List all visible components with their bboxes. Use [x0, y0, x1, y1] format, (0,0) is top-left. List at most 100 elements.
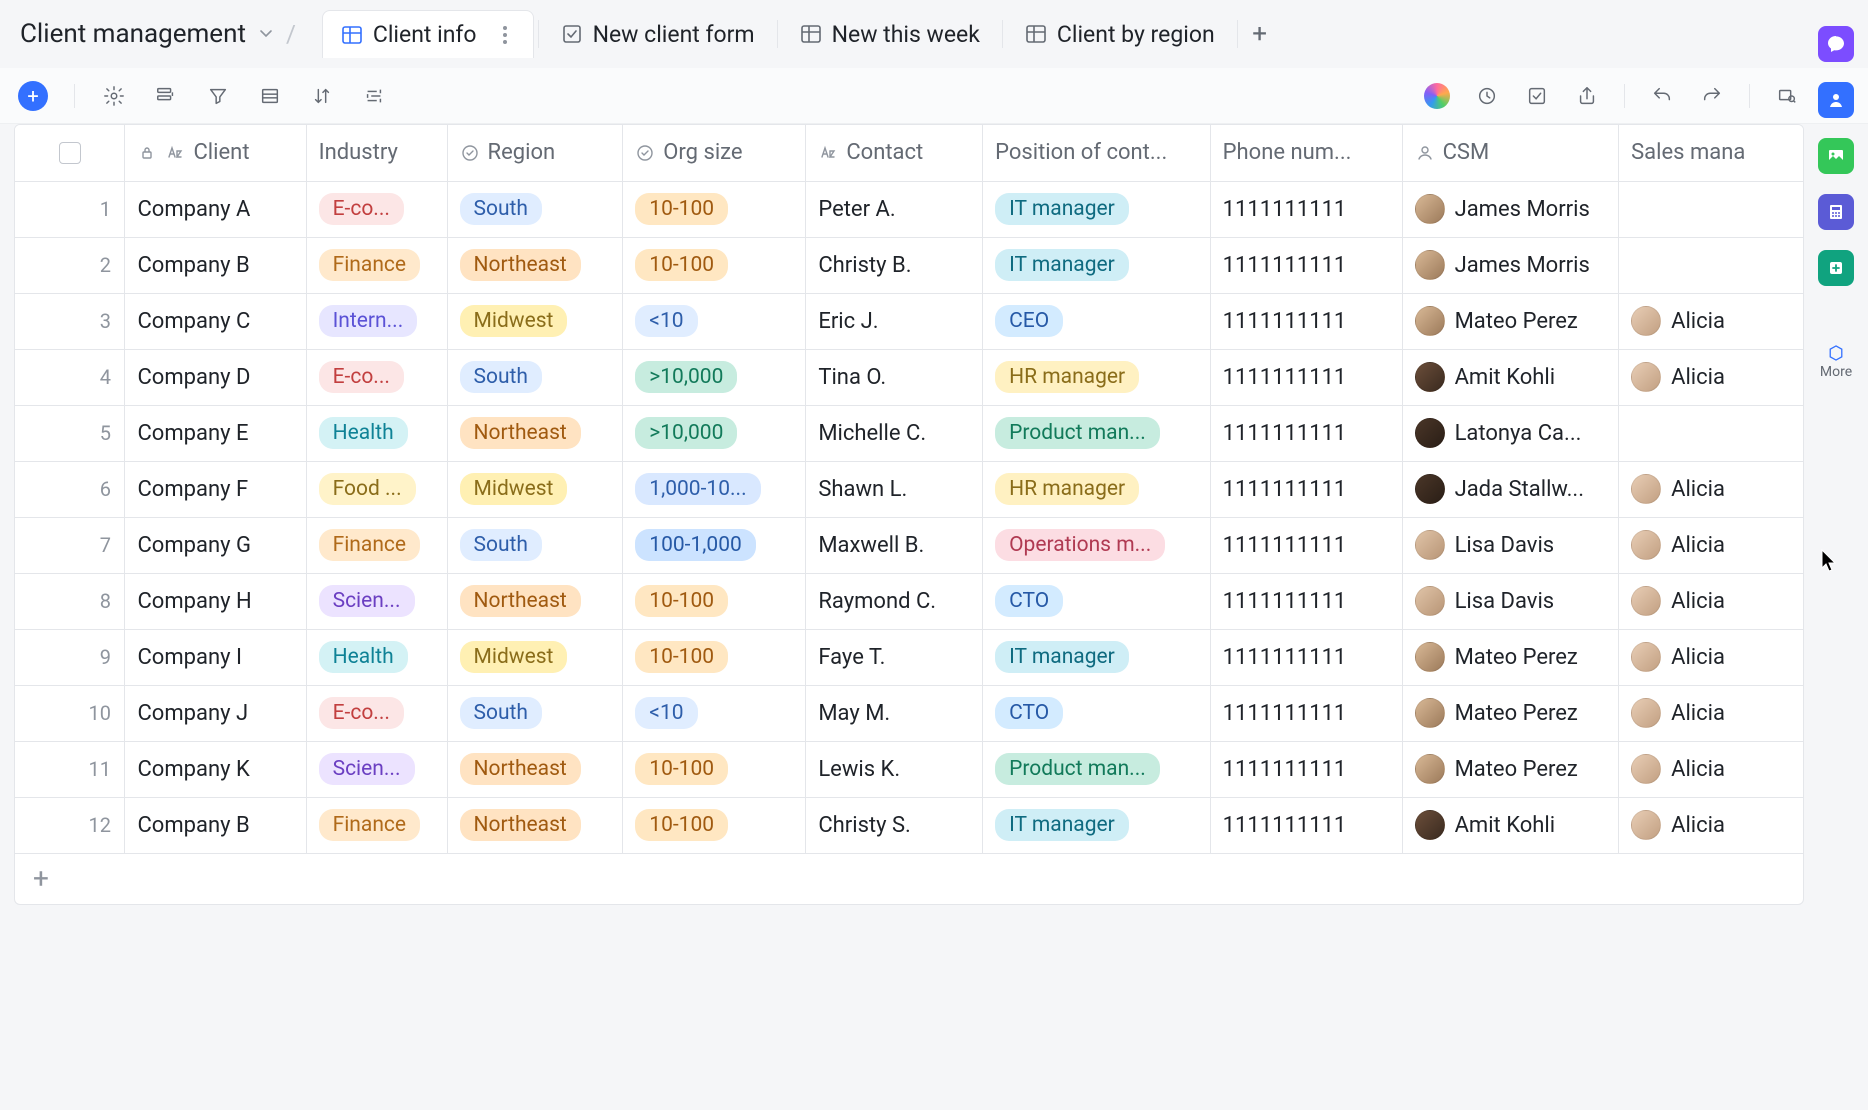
table-row[interactable]: 3 Company CIntern...Midwest<10Eric J.CEO…	[15, 293, 1803, 349]
cell-contact[interactable]: Christy B.	[806, 237, 983, 293]
cell-region[interactable]: Midwest	[447, 461, 623, 517]
cell-industry[interactable]: Scien...	[306, 741, 447, 797]
cell-phone[interactable]: 1111111111	[1210, 405, 1402, 461]
cell-position[interactable]: CTO	[983, 685, 1211, 741]
more-vertical-icon[interactable]	[495, 26, 515, 44]
cell-csm[interactable]: Lisa Davis	[1402, 517, 1619, 573]
cell-org-size[interactable]: >10,000	[623, 405, 806, 461]
cell-csm[interactable]: Latonya Ca...	[1402, 405, 1619, 461]
cell-rownum[interactable]: 10	[15, 685, 125, 741]
cell-rownum[interactable]: 9	[15, 629, 125, 685]
table-row[interactable]: 2 Company BFinanceNortheast10-100Christy…	[15, 237, 1803, 293]
column-header-checkbox[interactable]	[15, 125, 125, 181]
cell-client[interactable]: Company C	[125, 293, 306, 349]
sort-icon[interactable]	[309, 83, 335, 109]
cell-csm[interactable]: Amit Kohli	[1402, 349, 1619, 405]
cell-csm[interactable]: Lisa Davis	[1402, 573, 1619, 629]
cell-contact[interactable]: Shawn L.	[806, 461, 983, 517]
rail-app-calculator[interactable]	[1818, 194, 1854, 230]
cell-org-size[interactable]: 10-100	[623, 573, 806, 629]
redo-icon[interactable]	[1699, 83, 1725, 109]
cell-region[interactable]: South	[447, 685, 623, 741]
cell-sales[interactable]: Alicia	[1619, 741, 1803, 797]
cell-contact[interactable]: Peter A.	[806, 181, 983, 237]
cell-position[interactable]: IT manager	[983, 797, 1211, 853]
cell-contact[interactable]: Raymond C.	[806, 573, 983, 629]
cell-contact[interactable]: Faye T.	[806, 629, 983, 685]
cell-phone[interactable]: 1111111111	[1210, 349, 1402, 405]
column-header-position[interactable]: Position of cont...	[983, 125, 1211, 181]
checkmark-box-icon[interactable]	[1524, 83, 1550, 109]
cell-industry[interactable]: Scien...	[306, 573, 447, 629]
cell-client[interactable]: Company B	[125, 237, 306, 293]
cell-org-size[interactable]: <10	[623, 685, 806, 741]
cell-industry[interactable]: E-co...	[306, 685, 447, 741]
cell-client[interactable]: Company G	[125, 517, 306, 573]
chevron-down-icon[interactable]	[258, 22, 274, 46]
cell-rownum[interactable]: 6	[15, 461, 125, 517]
tab-client-info[interactable]: Client info	[322, 10, 534, 58]
rail-app-contacts[interactable]	[1818, 82, 1854, 118]
cell-org-size[interactable]: 10-100	[623, 741, 806, 797]
cell-region[interactable]: Northeast	[447, 741, 623, 797]
cell-industry[interactable]: Finance	[306, 517, 447, 573]
gear-icon[interactable]	[101, 83, 127, 109]
cell-industry[interactable]: Intern...	[306, 293, 447, 349]
cell-rownum[interactable]: 7	[15, 517, 125, 573]
cell-position[interactable]: IT manager	[983, 181, 1211, 237]
cell-industry[interactable]: Health	[306, 405, 447, 461]
cell-contact[interactable]: Lewis K.	[806, 741, 983, 797]
cell-phone[interactable]: 1111111111	[1210, 685, 1402, 741]
cell-rownum[interactable]: 3	[15, 293, 125, 349]
cell-position[interactable]: Operations m...	[983, 517, 1211, 573]
cell-phone[interactable]: 1111111111	[1210, 181, 1402, 237]
select-all-checkbox[interactable]	[59, 142, 81, 164]
cell-contact[interactable]: Tina O.	[806, 349, 983, 405]
cell-position[interactable]: HR manager	[983, 349, 1211, 405]
cell-contact[interactable]: Eric J.	[806, 293, 983, 349]
cell-sales[interactable]: Alicia	[1619, 797, 1803, 853]
column-header-region[interactable]: Region	[447, 125, 623, 181]
cell-sales[interactable]: Alicia	[1619, 517, 1803, 573]
cell-org-size[interactable]: 10-100	[623, 797, 806, 853]
share-icon[interactable]	[1574, 83, 1600, 109]
cell-rownum[interactable]: 12	[15, 797, 125, 853]
tab-new-client-form[interactable]: New client form	[543, 11, 773, 58]
cell-phone[interactable]: 1111111111	[1210, 237, 1402, 293]
cell-region[interactable]: Northeast	[447, 405, 623, 461]
table-row[interactable]: 4 Company DE-co...South>10,000Tina O.HR …	[15, 349, 1803, 405]
cell-contact[interactable]: May M.	[806, 685, 983, 741]
cell-csm[interactable]: Amit Kohli	[1402, 797, 1619, 853]
column-header-phone[interactable]: Phone num...	[1210, 125, 1402, 181]
add-view-button[interactable]: +	[1242, 16, 1278, 52]
cell-region[interactable]: South	[447, 517, 623, 573]
cell-csm[interactable]: Mateo Perez	[1402, 629, 1619, 685]
ai-icon[interactable]	[1424, 83, 1450, 109]
cell-phone[interactable]: 1111111111	[1210, 461, 1402, 517]
cell-region[interactable]: Northeast	[447, 237, 623, 293]
cell-phone[interactable]: 1111111111	[1210, 629, 1402, 685]
cell-client[interactable]: Company D	[125, 349, 306, 405]
table-row[interactable]: 6 Company FFood ...Midwest1,000-10...Sha…	[15, 461, 1803, 517]
cell-position[interactable]: Product man...	[983, 405, 1211, 461]
adjust-icon[interactable]	[361, 83, 387, 109]
history-icon[interactable]	[1474, 83, 1500, 109]
cell-org-size[interactable]: <10	[623, 293, 806, 349]
table-row[interactable]: 8 Company HScien...Northeast10-100Raymon…	[15, 573, 1803, 629]
cell-sales[interactable]: Alicia	[1619, 685, 1803, 741]
table-row[interactable]: 12 Company BFinanceNortheast10-100Christ…	[15, 797, 1803, 853]
cell-rownum[interactable]: 8	[15, 573, 125, 629]
cell-position[interactable]: CTO	[983, 573, 1211, 629]
cell-org-size[interactable]: 10-100	[623, 237, 806, 293]
cell-industry[interactable]: Finance	[306, 797, 447, 853]
cell-client[interactable]: Company F	[125, 461, 306, 517]
cell-phone[interactable]: 1111111111	[1210, 741, 1402, 797]
search-icon[interactable]	[1774, 83, 1800, 109]
table-row[interactable]: 5 Company EHealthNortheast>10,000Michell…	[15, 405, 1803, 461]
cell-sales[interactable]	[1619, 181, 1803, 237]
cell-sales[interactable]	[1619, 237, 1803, 293]
cell-client[interactable]: Company H	[125, 573, 306, 629]
cell-region[interactable]: Midwest	[447, 293, 623, 349]
cell-client[interactable]: Company K	[125, 741, 306, 797]
cell-sales[interactable]: Alicia	[1619, 349, 1803, 405]
